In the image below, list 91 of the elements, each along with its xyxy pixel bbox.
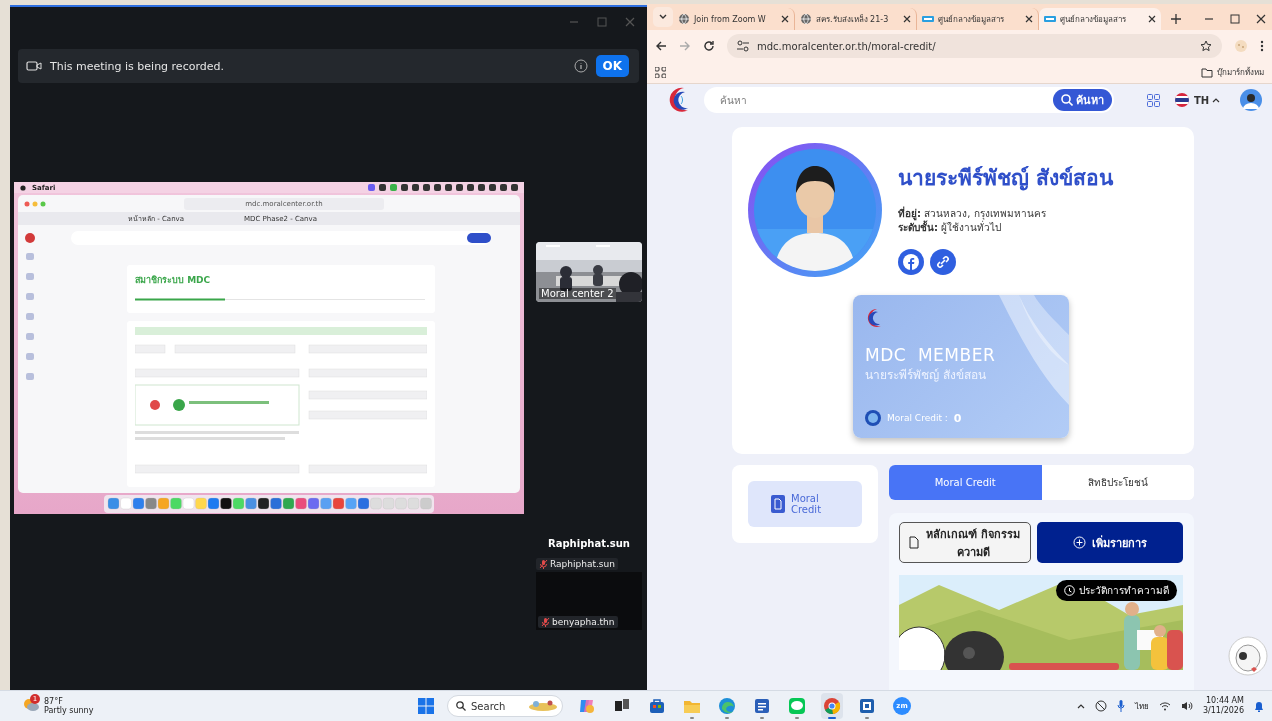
profile-detail: ระดับชั้น: ผู้ใช้งานทั่วไป	[898, 221, 1114, 235]
volume-icon[interactable]	[1180, 701, 1193, 711]
edge-icon	[718, 697, 736, 715]
chat-app-icon	[788, 697, 806, 715]
chevron-up-icon[interactable]	[1076, 703, 1085, 709]
tab-title: ศูนย์กลางข้อมูลสาร	[938, 13, 1005, 26]
tab-title: สคร.รับส่งเหล็ง 21-3	[816, 13, 890, 26]
tab-list-button[interactable]	[653, 7, 673, 27]
wifi-icon[interactable]	[1158, 701, 1171, 711]
close-icon	[625, 17, 635, 27]
history-button[interactable]: ประวัติการทำความดี	[1056, 580, 1177, 601]
folder-icon	[1201, 67, 1213, 78]
bookmark-folder[interactable]: บุ๊กมาร์กทั้งหม	[1201, 66, 1264, 79]
maximize-icon[interactable]	[1230, 14, 1240, 24]
input-language[interactable]: ไทย	[1134, 699, 1149, 713]
profile-name: นายระพีร์พัชญ์ สังข์สอน	[898, 165, 1114, 193]
back-icon[interactable]	[655, 40, 667, 52]
credit-value: 0	[953, 411, 962, 425]
participant-name: benyapha.thn	[552, 617, 615, 627]
close-icon[interactable]	[781, 15, 789, 23]
start-icon[interactable]	[418, 698, 434, 714]
caret-icon[interactable]	[1212, 97, 1221, 103]
temperature: 87°F	[44, 697, 64, 706]
close-icon[interactable]	[1025, 15, 1033, 23]
grid-icon[interactable]	[1147, 93, 1160, 107]
chrome-icon	[823, 697, 841, 715]
chevron-down-icon	[659, 14, 667, 20]
maximize-icon	[597, 17, 607, 27]
copilot-icon	[578, 697, 596, 715]
microphone-icon[interactable]	[1116, 700, 1125, 712]
doodle-icon	[528, 699, 558, 713]
address-field[interactable]: mdc.moralcenter.or.th/moral-credit/	[727, 34, 1222, 58]
apps-icon[interactable]	[655, 67, 666, 78]
form-title: สมาชิกระบบ MDC	[135, 274, 212, 287]
close-icon[interactable]	[903, 15, 911, 23]
close-icon[interactable]	[1256, 14, 1266, 24]
camera-icon	[26, 60, 42, 72]
site-icon	[1044, 13, 1056, 25]
globe-icon	[678, 13, 690, 25]
more-menu-icon[interactable]	[1260, 40, 1264, 52]
chat-bot-icon[interactable]	[1228, 636, 1268, 676]
site-settings-icon	[737, 40, 749, 52]
criteria-button[interactable]: หลักเกณฑ์ กิจกรรม ความดี	[899, 522, 1031, 563]
language-selector[interactable]: TH	[1194, 94, 1210, 106]
document-icon	[771, 495, 785, 513]
globe-icon	[800, 13, 812, 25]
profile-detail: ที่อยู่: สวนหลวง, กรุงเทพมหานคร	[898, 207, 1047, 221]
plus-circle-icon	[1073, 536, 1086, 549]
site-icon	[922, 13, 934, 25]
avatar-icon[interactable]	[1240, 89, 1262, 111]
card-title: MDC MEMBER	[865, 345, 997, 365]
member-name: นายระพีร์พัชญ์ สังข์สอน	[865, 367, 987, 384]
recording-notice: This meeting is being recorded.	[50, 59, 224, 73]
search-icon	[456, 701, 466, 711]
clock[interactable]: 10:44 AM 3/11/2026	[1202, 696, 1244, 716]
video-label: Moral center 2	[539, 288, 616, 299]
menu-item[interactable]: Moral Credit	[748, 481, 862, 527]
network-off-icon[interactable]	[1094, 700, 1107, 712]
weather-condition: Partly sunny	[44, 706, 94, 715]
word-icon	[753, 697, 771, 715]
add-button[interactable]: เพิ่มรายการ	[1037, 522, 1183, 563]
window-app-icon	[858, 697, 876, 715]
flag-icon[interactable]	[1175, 93, 1189, 107]
document-icon	[909, 536, 919, 549]
tab[interactable]: Moral Credit	[889, 465, 1042, 500]
browser-tab[interactable]: ศูนย์กลางข้อมูลสาร	[1039, 8, 1161, 30]
star-icon[interactable]	[1200, 40, 1212, 52]
reload-icon[interactable]	[703, 40, 715, 52]
participant-name: Raphiphat.sun	[547, 538, 631, 549]
clock-icon	[1064, 585, 1075, 596]
new-tab-icon[interactable]	[1171, 14, 1181, 24]
info-icon	[573, 59, 588, 73]
apple-icon	[20, 184, 26, 191]
link-icon[interactable]	[930, 249, 956, 275]
search-field[interactable]: Search	[447, 695, 563, 717]
credit-label: Moral Credit :	[887, 413, 948, 423]
coin-icon	[865, 410, 881, 426]
tab-title: ศูนย์กลางข้อมูลสาร	[1060, 13, 1127, 26]
participant-name: Raphiphat.sun	[550, 559, 615, 569]
window-controls-icon	[24, 200, 48, 207]
tab-title: Join from Zoom W	[694, 14, 767, 24]
search-button[interactable]: ค้นหา	[1053, 89, 1112, 111]
close-icon[interactable]	[1148, 15, 1156, 23]
ok-button[interactable]: OK	[595, 55, 629, 77]
search-icon	[1061, 94, 1073, 106]
notification-icon[interactable]	[1254, 700, 1264, 712]
facebook-icon[interactable]	[898, 249, 924, 275]
search-field[interactable]: ค้นหา ค้นหา	[704, 87, 1114, 113]
store-icon	[648, 697, 666, 715]
search-bar[interactable]	[71, 231, 491, 245]
search-button-icon	[467, 233, 491, 243]
